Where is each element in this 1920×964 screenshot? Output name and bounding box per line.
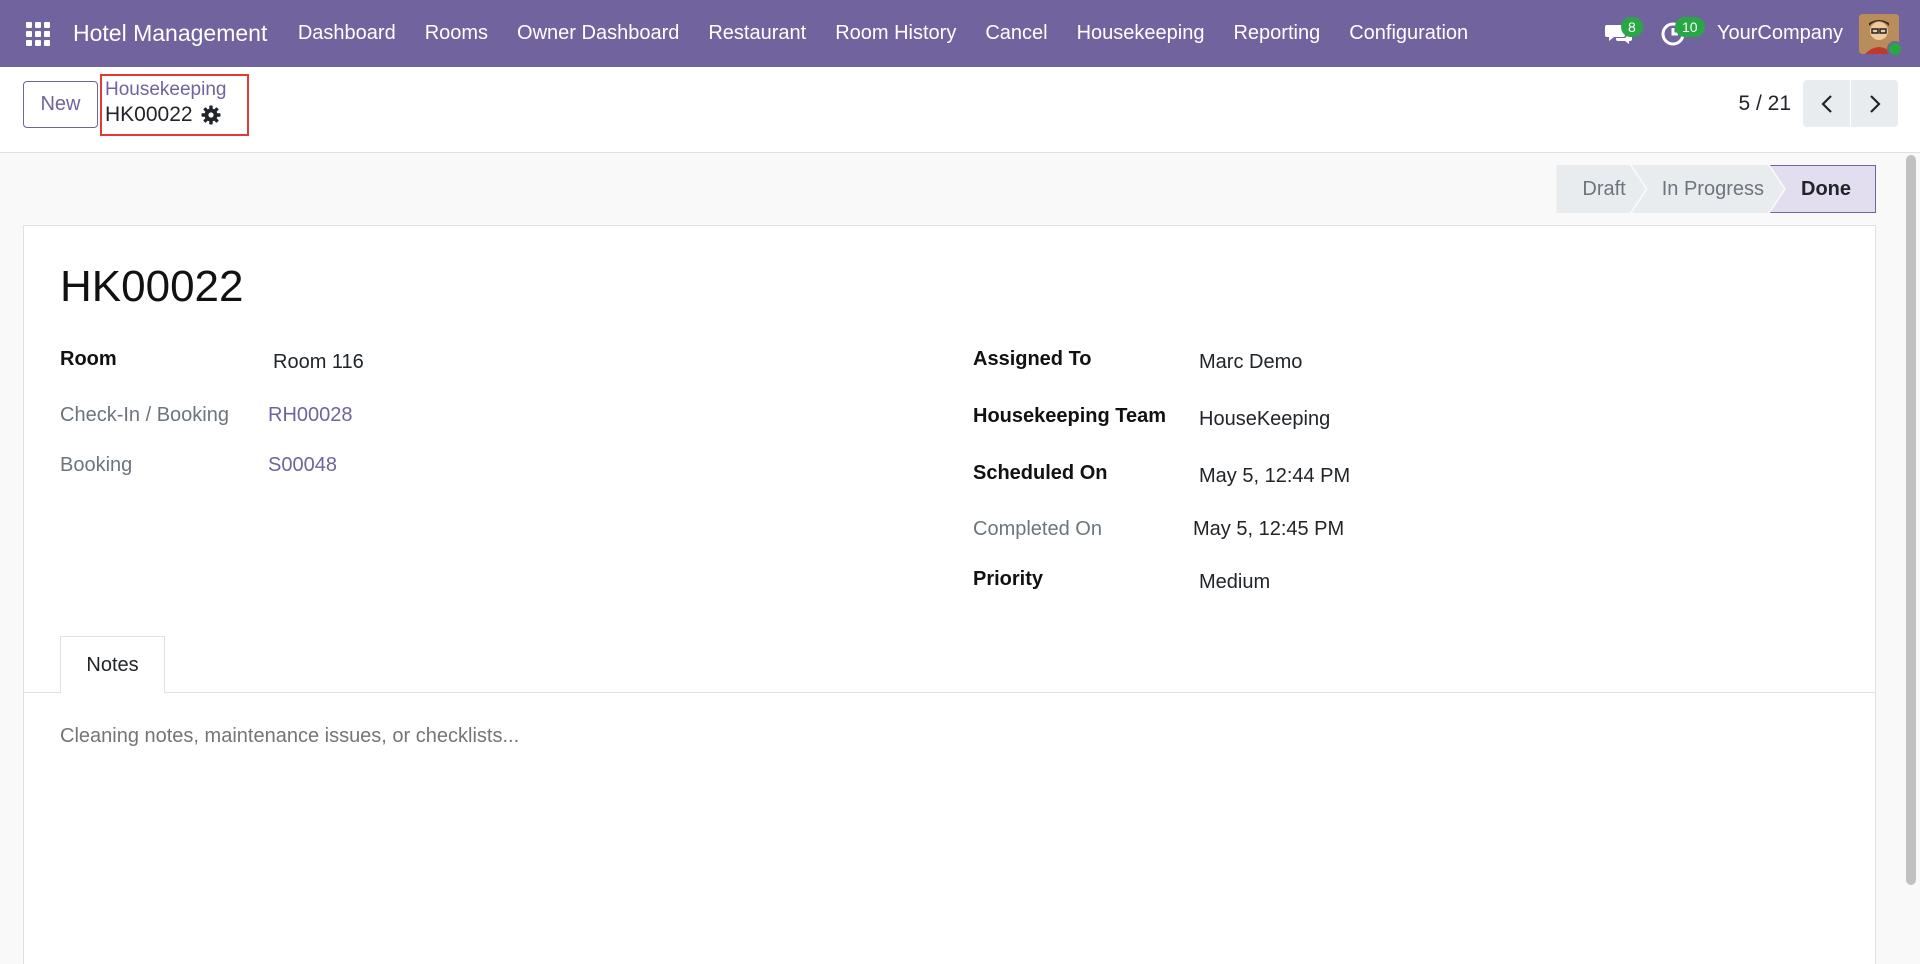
- app-brand[interactable]: Hotel Management: [73, 20, 267, 47]
- menu-item-configuration[interactable]: Configuration: [1335, 22, 1483, 45]
- pager: 5 / 21: [1738, 80, 1898, 127]
- status-bar: Draft In Progress Done: [1556, 165, 1876, 213]
- menu-item-owner-dashboard[interactable]: Owner Dashboard: [503, 22, 694, 45]
- top-navbar: Hotel Management Dashboard Rooms Owner D…: [0, 0, 1920, 67]
- vertical-scrollbar[interactable]: [1906, 155, 1916, 885]
- notebook-tabs: Notes: [24, 636, 1875, 694]
- booking-link[interactable]: S00048: [268, 454, 337, 477]
- assigned-to-label: Assigned To: [973, 348, 1092, 370]
- form-sheet: HK00022 Room Room 116 Check-In / Booking…: [23, 225, 1876, 964]
- main-menu: Dashboard Rooms Owner Dashboard Restaura…: [283, 22, 1482, 45]
- pager-previous-button[interactable]: [1803, 80, 1850, 127]
- stage-done[interactable]: Done: [1770, 165, 1876, 213]
- breadcrumb-current: HK00022: [105, 103, 247, 127]
- control-panel: New Housekeeping HK00022 5 / 21: [0, 67, 1920, 153]
- housekeeping-team-field[interactable]: HouseKeeping: [1199, 408, 1330, 431]
- gear-icon[interactable]: [201, 105, 221, 125]
- scheduled-on-field[interactable]: May 5, 12:44 PM: [1199, 465, 1350, 488]
- systray: 8 10 YourCompany: [1599, 0, 1920, 67]
- online-status-dot: [1887, 40, 1903, 57]
- room-label: Room: [60, 348, 117, 370]
- menu-item-dashboard[interactable]: Dashboard: [283, 22, 410, 45]
- pager-value[interactable]: 5 / 21: [1738, 92, 1791, 116]
- stage-draft[interactable]: Draft: [1556, 165, 1645, 213]
- app-menu-grid-icon[interactable]: [23, 19, 53, 49]
- menu-item-restaurant[interactable]: Restaurant: [694, 22, 821, 45]
- breadcrumb-parent-link[interactable]: Housekeeping: [105, 79, 247, 101]
- checkin-booking-label: Check-In / Booking: [60, 404, 229, 426]
- pager-next-button[interactable]: [1851, 80, 1898, 127]
- priority-label: Priority: [973, 568, 1044, 590]
- breadcrumb: Housekeeping HK00022: [100, 74, 249, 136]
- user-avatar[interactable]: [1859, 13, 1903, 57]
- booking-label: Booking: [60, 454, 133, 476]
- menu-item-reporting[interactable]: Reporting: [1219, 22, 1335, 45]
- menu-item-cancel[interactable]: Cancel: [971, 22, 1062, 45]
- menu-item-housekeeping[interactable]: Housekeeping: [1062, 22, 1219, 45]
- priority-field[interactable]: Medium: [1199, 571, 1270, 594]
- scheduled-on-label: Scheduled On: [973, 462, 1108, 484]
- chevron-left-icon: [1820, 94, 1832, 113]
- room-field[interactable]: Room 116: [273, 351, 364, 374]
- menu-item-room-history[interactable]: Room History: [821, 22, 971, 45]
- new-button[interactable]: New: [23, 81, 98, 128]
- company-switcher[interactable]: YourCompany: [1717, 22, 1843, 45]
- tab-notes[interactable]: Notes: [60, 636, 165, 694]
- form-view: Draft In Progress Done HK00022 Room Room…: [0, 153, 1920, 964]
- menu-item-rooms[interactable]: Rooms: [410, 22, 502, 45]
- messages-count-badge: 8: [1620, 16, 1643, 37]
- activities-count-badge: 10: [1674, 16, 1705, 37]
- checkin-booking-link[interactable]: RH00028: [268, 404, 353, 427]
- chevron-right-icon: [1869, 94, 1881, 113]
- completed-on-label: Completed On: [973, 518, 1102, 540]
- record-title: HK00022: [60, 262, 244, 311]
- assigned-to-field[interactable]: Marc Demo: [1199, 351, 1302, 374]
- activities-button[interactable]: 10: [1653, 14, 1705, 54]
- messages-button[interactable]: 8: [1599, 14, 1643, 54]
- stage-in-progress[interactable]: In Progress: [1632, 165, 1784, 213]
- completed-on-field: May 5, 12:45 PM: [1193, 518, 1345, 540]
- notes-field[interactable]: [60, 716, 1840, 756]
- housekeeping-team-label: Housekeeping Team: [973, 405, 1167, 427]
- breadcrumb-current-label: HK00022: [105, 103, 193, 126]
